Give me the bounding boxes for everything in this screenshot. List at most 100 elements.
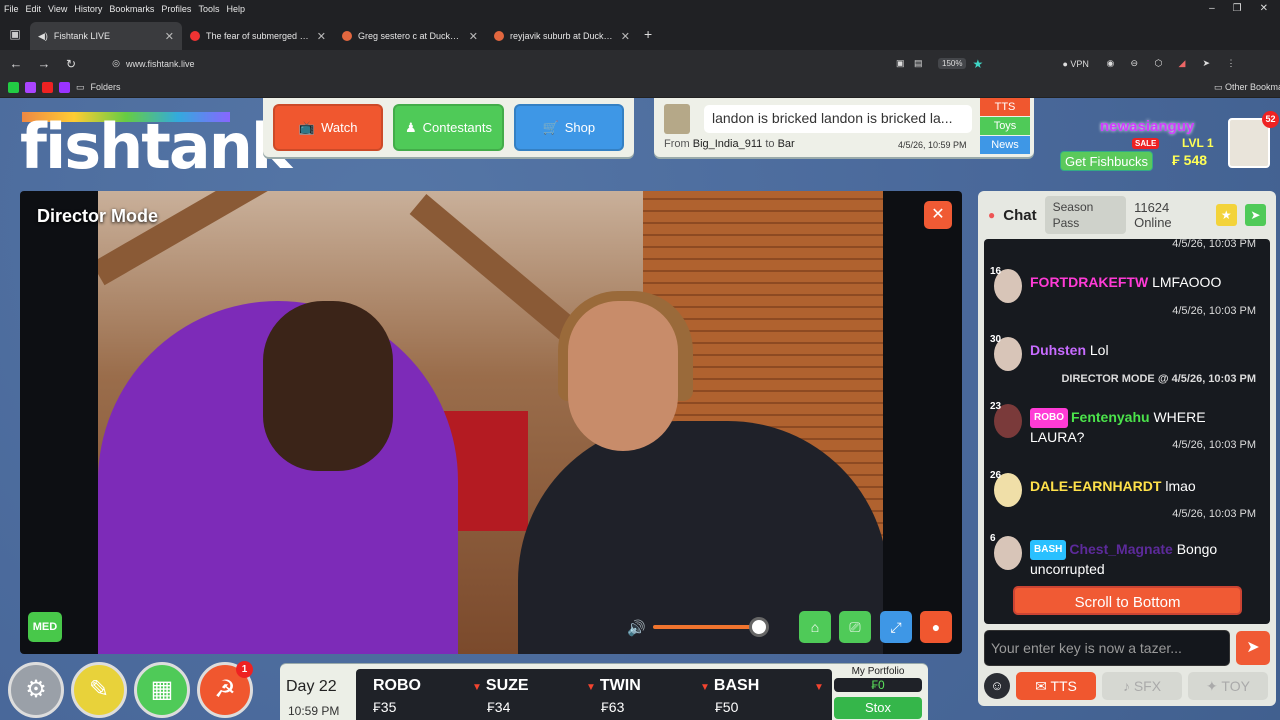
menu-bookmarks[interactable]: Bookmarks xyxy=(109,4,154,14)
menu-file[interactable]: File xyxy=(4,4,19,14)
url-field[interactable]: www.fishtank.live xyxy=(126,59,896,69)
tab-label: Fishtank LIVE xyxy=(53,31,110,41)
stock-item[interactable]: ROBO ₣35 xyxy=(373,677,421,715)
close-window-icon[interactable]: ✕ xyxy=(1260,3,1268,14)
wallet-icon[interactable]: ⊖ xyxy=(1130,58,1154,69)
avatar[interactable] xyxy=(994,536,1022,570)
theater-icon[interactable]: ⌂ xyxy=(799,611,831,643)
settings-button[interactable]: ⚙ xyxy=(8,662,64,718)
close-tab-icon[interactable]: ✕ xyxy=(165,30,174,43)
chat-log[interactable]: 4/5/26, 10:03 PM 16 FORTDRAKEFTW LMFAOOO… xyxy=(984,239,1270,624)
get-fishbucks-button[interactable]: Get Fishbucks xyxy=(1060,151,1153,171)
stock-item[interactable]: ▼ SUZE ₣34 xyxy=(472,677,529,715)
tts-mode-button[interactable]: TTS xyxy=(980,98,1030,116)
tab-duckduckgo-1[interactable]: Greg sestero c at DuckDuckGo ✕ xyxy=(334,22,486,50)
sender-avatar xyxy=(664,104,690,134)
bookmark-twitch-icon[interactable] xyxy=(59,81,70,93)
new-tab-icon[interactable]: + xyxy=(644,26,652,42)
scene-person-left-head xyxy=(263,301,393,471)
notification-count[interactable]: 52 xyxy=(1262,111,1279,128)
chat-icon: ● xyxy=(988,208,996,222)
menu-tools[interactable]: Tools xyxy=(198,4,219,14)
menu-profiles[interactable]: Profiles xyxy=(161,4,191,14)
chat-header: ● Chat Season Pass 11624 Online ★ ➤ xyxy=(978,191,1276,239)
video-player[interactable] xyxy=(20,191,962,654)
scroll-to-bottom-button[interactable]: Scroll to Bottom xyxy=(1013,586,1242,615)
chat-input[interactable]: Your enter key is now a tazer... xyxy=(984,630,1230,666)
bookmark-purple-icon[interactable] xyxy=(25,81,36,93)
account-icon[interactable]: ◉ xyxy=(1106,58,1130,69)
tab-fishtank[interactable]: ◀) Fishtank LIVE ✕ xyxy=(30,22,182,50)
chat-username[interactable]: FORTDRAKEFTW xyxy=(1030,274,1148,290)
chat-username[interactable]: DALE-EARNHARDT xyxy=(1030,478,1161,494)
tts-button[interactable]: ✉ TTS xyxy=(1016,672,1096,700)
forward-icon[interactable]: → xyxy=(32,56,56,71)
season-pass-button[interactable]: Season Pass xyxy=(1044,196,1127,234)
username[interactable]: newasianguy xyxy=(1100,118,1194,135)
tab-label: The fear of submerged machine xyxy=(206,31,311,41)
tab-overview-icon[interactable]: ▣ xyxy=(0,27,30,41)
menu-help[interactable]: Help xyxy=(226,4,245,14)
contestants-button[interactable]: ♟ Contestants xyxy=(393,104,504,151)
emoji-icon[interactable]: ☺ xyxy=(984,673,1010,699)
record-icon[interactable]: ● xyxy=(920,611,952,643)
bookmarks-folder[interactable]: Folders xyxy=(91,82,121,92)
stox-button[interactable]: Stox xyxy=(834,697,922,719)
stock-price: ₣35 xyxy=(373,699,397,715)
send-button[interactable]: ➤ xyxy=(1236,631,1270,665)
tab-duckduckgo-2[interactable]: reyjavik suburb at DuckDuckGo ✕ xyxy=(486,22,638,50)
screenshot-icon[interactable]: ▣ xyxy=(896,58,914,69)
close-tab-icon[interactable]: ✕ xyxy=(621,30,630,43)
menu-dots-icon[interactable]: ⋮ xyxy=(1226,58,1246,69)
other-bookmarks[interactable]: ▭ Other Bookmarks xyxy=(1214,82,1280,93)
close-player-button[interactable]: ✕ xyxy=(924,201,952,229)
volume-handle[interactable] xyxy=(749,617,769,637)
stock-item[interactable]: ▼ TWIN ₣63 xyxy=(586,677,641,715)
toy-button[interactable]: ✦ TOY xyxy=(1188,672,1268,700)
chat-username[interactable]: Chest_Magnate xyxy=(1069,541,1172,557)
cast-icon[interactable]: ⎚ xyxy=(839,611,871,643)
stock-scroll-arrow-icon[interactable]: ▼ xyxy=(814,677,828,695)
chat-username[interactable]: Duhsten xyxy=(1030,342,1086,358)
bookmark-star-icon[interactable]: ★ xyxy=(972,57,1062,71)
reload-icon[interactable]: ↻ xyxy=(56,57,86,71)
fish-icon[interactable]: ➤ xyxy=(1244,204,1266,226)
send-icon[interactable]: ➤ xyxy=(1202,58,1226,69)
minimize-icon[interactable]: – xyxy=(1209,3,1215,14)
chat-username[interactable]: Fentenyahu xyxy=(1071,409,1150,425)
bookmark-youtube-icon[interactable] xyxy=(42,81,53,93)
sfx-button[interactable]: ♪ SFX xyxy=(1102,672,1182,700)
back-icon[interactable]: ← xyxy=(0,56,32,71)
stock-item[interactable]: ▼ BASH ₣50 xyxy=(700,677,759,715)
quality-button[interactable]: MED xyxy=(28,612,62,642)
bookmark-green-icon[interactable] xyxy=(8,81,19,93)
menu-history[interactable]: History xyxy=(74,4,102,14)
duckduckgo-favicon-icon xyxy=(342,31,352,41)
menu-view[interactable]: View xyxy=(48,4,67,14)
editor-button[interactable]: ✎ xyxy=(71,662,127,718)
stock-price: ₣50 xyxy=(715,699,739,715)
menu-edit[interactable]: Edit xyxy=(26,4,42,14)
zoom-level[interactable]: 150% xyxy=(938,58,967,69)
tab-youtube[interactable]: The fear of submerged machine ✕ xyxy=(182,22,334,50)
close-tab-icon[interactable]: ✕ xyxy=(317,30,326,43)
shop-button[interactable]: 🛒 Shop xyxy=(513,104,624,151)
from-user[interactable]: Big_India_911 xyxy=(693,138,763,150)
vpn-badge[interactable]: ● VPN xyxy=(1062,59,1106,69)
sidebar-icon[interactable]: ▤ xyxy=(914,58,932,69)
fullscreen-icon[interactable]: ⤢ xyxy=(880,611,912,643)
extension-icon[interactable]: ◢ xyxy=(1178,58,1202,69)
close-tab-icon[interactable]: ✕ xyxy=(469,30,478,43)
toys-mode-button[interactable]: Toys xyxy=(980,117,1030,135)
watch-label: Watch xyxy=(321,120,358,135)
chat-text: LMFAOOO xyxy=(1152,274,1222,290)
extensions-icon[interactable]: ⬡ xyxy=(1154,58,1178,69)
maximize-icon[interactable]: ❐ xyxy=(1233,3,1242,14)
star-icon[interactable]: ★ xyxy=(1215,204,1237,226)
volume-icon[interactable]: 🔊 xyxy=(627,619,646,637)
volume-slider[interactable] xyxy=(653,625,759,629)
news-mode-button[interactable]: News xyxy=(980,136,1030,154)
map-button[interactable]: ▦ xyxy=(134,662,190,718)
address-bar: ← → ↻ ◎ www.fishtank.live ▣ ▤ 150% ★ ● V… xyxy=(0,50,1280,77)
watch-button[interactable]: 📺 Watch xyxy=(273,104,384,151)
